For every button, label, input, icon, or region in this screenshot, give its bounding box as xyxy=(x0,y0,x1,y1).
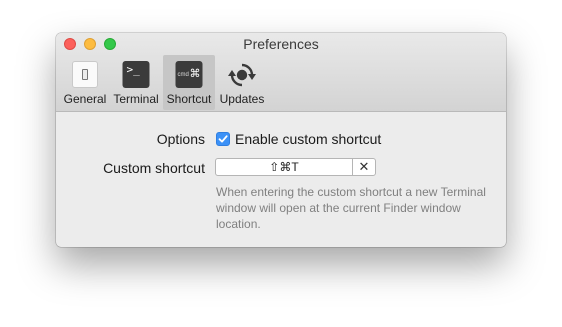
toolbar-item-label: Updates xyxy=(219,92,265,106)
toolbar-item-updates[interactable]: Updates xyxy=(217,55,267,110)
toolbar-item-label: Terminal xyxy=(113,92,159,106)
toolbar-item-terminal[interactable]: >_ Terminal xyxy=(111,55,161,110)
checkmark-icon xyxy=(218,135,228,143)
toolbar-item-shortcut[interactable]: cmd ⌘ Shortcut xyxy=(163,55,215,110)
command-key-icon: cmd ⌘ xyxy=(175,61,203,88)
toolbar-item-label: General xyxy=(63,92,107,106)
options-label: Options xyxy=(156,131,205,147)
enable-custom-shortcut-checkbox[interactable] xyxy=(216,132,230,146)
custom-shortcut-field[interactable]: ⇧⌘T xyxy=(215,158,353,176)
enable-custom-shortcut-label[interactable]: Enable custom shortcut xyxy=(235,131,381,147)
refresh-icon xyxy=(228,61,256,89)
toolbar-item-general[interactable]: General xyxy=(61,55,109,110)
preferences-window: Preferences General >_ Terminal cmd ⌘ Sh… xyxy=(56,33,506,247)
clear-shortcut-button[interactable]: ✕ xyxy=(352,158,376,176)
custom-shortcut-label: Custom shortcut xyxy=(103,160,205,176)
toolbar-item-label: Shortcut xyxy=(166,92,212,106)
switch-icon xyxy=(72,61,98,88)
window-title: Preferences xyxy=(243,36,319,52)
titlebar: Preferences General >_ Terminal cmd ⌘ Sh… xyxy=(56,33,506,112)
terminal-icon: >_ xyxy=(122,61,150,88)
shortcut-help-text: When entering the custom shortcut a new … xyxy=(216,185,486,231)
